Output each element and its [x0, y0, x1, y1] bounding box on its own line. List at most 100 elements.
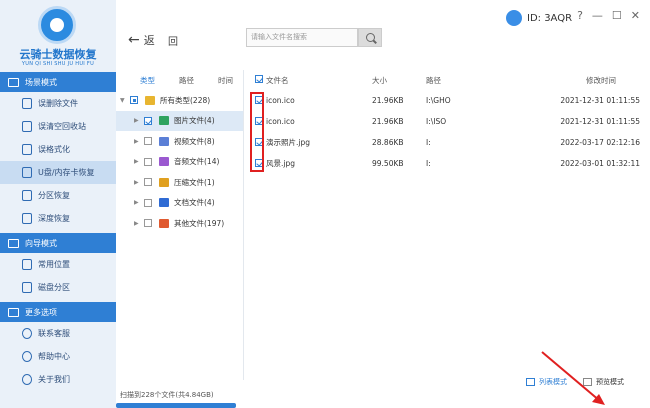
- user-avatar-icon: [506, 10, 522, 26]
- checkbox-highlight-annotation: [250, 92, 264, 172]
- sidebar-item-partition-recovery[interactable]: 分区恢复: [0, 184, 116, 207]
- expand-icon[interactable]: ▶: [134, 199, 144, 206]
- checkbox[interactable]: [144, 178, 152, 187]
- search-input[interactable]: 请输入文件名搜索: [246, 28, 358, 47]
- tree-row-other[interactable]: ▶ 其他文件(197): [116, 213, 243, 234]
- cell-date: 2021-12-31 01:11:55: [560, 96, 640, 105]
- sidebar-item-help-center[interactable]: 帮助中心: [0, 345, 116, 368]
- section-title: 更多选项: [25, 307, 57, 317]
- cell-path: I:: [426, 138, 431, 147]
- header-path[interactable]: 路径: [420, 75, 558, 86]
- tree-label: 图片文件(4): [174, 116, 215, 126]
- sidebar-item-contact-support[interactable]: 联系客服: [0, 322, 116, 345]
- app-title: 云骑士数据恢复: [19, 48, 97, 61]
- sidebar-item-format[interactable]: 误格式化: [0, 138, 116, 161]
- checkbox[interactable]: [144, 198, 152, 207]
- expand-icon[interactable]: ▶: [134, 220, 144, 227]
- tree-row-documents[interactable]: ▶ 文档文件(4): [116, 193, 243, 214]
- expand-icon[interactable]: ▶: [134, 179, 144, 186]
- sidebar-item-label: U盘/内存卡恢复: [38, 168, 95, 177]
- tree-tabs: 类型 路径 时间: [116, 70, 243, 90]
- window-controls: ? — ☐ ✕: [577, 9, 640, 22]
- cell-size: 21.96KB: [372, 117, 404, 126]
- tab-path[interactable]: 路径: [179, 75, 194, 86]
- view-mode-switch: 列表模式 预览模式: [526, 377, 624, 387]
- logo-area: 云骑士数据恢复 YUN QI SHI SHU JU HUI FU: [0, 0, 116, 72]
- headset-icon: [22, 328, 32, 339]
- category-tree: 类型 路径 时间 ▼ 所有类型(228) ▶ 图片文件(4) ▶ 视频文件(8)…: [116, 70, 244, 380]
- select-all-checkbox[interactable]: [255, 75, 263, 83]
- forward-button[interactable]: 回: [168, 33, 178, 48]
- other-files-icon: [159, 218, 169, 228]
- cell-path: I:\GHO: [426, 96, 451, 105]
- id-label: ID: 3AQR: [527, 12, 573, 24]
- checkbox[interactable]: [144, 116, 152, 125]
- section-wizard-mode: 向导模式: [0, 233, 116, 253]
- cell-date: 2022-03-17 02:12:16: [560, 138, 640, 147]
- checkbox[interactable]: [144, 219, 152, 228]
- checkbox[interactable]: [144, 137, 152, 146]
- minimize-icon[interactable]: —: [592, 9, 603, 22]
- table-row[interactable]: 演示照片.jpg 28.86KB I: 2022-03-17 02:12:16: [246, 132, 650, 153]
- cell-size: 21.96KB: [372, 96, 404, 105]
- help-icon[interactable]: ?: [577, 9, 583, 22]
- header-filename[interactable]: 文件名: [266, 75, 372, 86]
- back-button[interactable]: ← 返: [128, 32, 155, 48]
- search-button[interactable]: [358, 28, 382, 47]
- tree-row-all-types[interactable]: ▼ 所有类型(228): [116, 90, 243, 111]
- table-row[interactable]: icon.ico 21.96KB I:\GHO 2021-12-31 01:11…: [246, 90, 650, 111]
- tab-type[interactable]: 类型: [140, 75, 155, 86]
- sidebar-item-label: 误删除文件: [38, 99, 78, 108]
- main-panel: ← 返 回 请输入文件名搜索 ID: 3AQR ? — ☐ ✕ 类型 路径 时间…: [116, 0, 650, 408]
- expand-icon[interactable]: ▶: [134, 138, 144, 145]
- sidebar-item-label: 常用位置: [38, 260, 70, 269]
- close-icon[interactable]: ✕: [631, 9, 640, 22]
- sidebar-item-deep-recovery[interactable]: 深度恢复: [0, 207, 116, 230]
- expand-icon[interactable]: ▼: [120, 97, 130, 104]
- sidebar-item-label: 帮助中心: [38, 352, 70, 361]
- preview-mode-button[interactable]: 预览模式: [583, 377, 624, 387]
- sidebar-item-usb-recovery[interactable]: U盘/内存卡恢复: [0, 161, 116, 184]
- section-scene-mode: 场景模式: [0, 72, 116, 92]
- cell-path: I:: [426, 159, 431, 168]
- tree-label: 音频文件(14): [174, 157, 220, 167]
- header-size[interactable]: 大小: [372, 75, 420, 86]
- sidebar-item-label: 磁盘分区: [38, 283, 70, 292]
- tree-row-videos[interactable]: ▶ 视频文件(8): [116, 131, 243, 152]
- checkbox[interactable]: [144, 157, 152, 166]
- sidebar-item-deleted-files[interactable]: 误删除文件: [0, 92, 116, 115]
- sidebar-item-about[interactable]: 关于我们: [0, 368, 116, 391]
- sidebar-item-label: 联系客服: [38, 329, 70, 338]
- tree-label: 视频文件(8): [174, 136, 215, 146]
- back-label: 返: [143, 34, 155, 47]
- cell-date: 2021-12-31 01:11:55: [560, 117, 640, 126]
- section-more-options: 更多选项: [0, 302, 116, 322]
- tab-time[interactable]: 时间: [218, 75, 233, 86]
- table-row[interactable]: 风景.jpg 99.50KB I: 2022-03-01 01:32:11: [246, 153, 650, 174]
- header-date[interactable]: 修改时间: [558, 75, 640, 86]
- sidebar-item-common-locations[interactable]: 常用位置: [0, 253, 116, 276]
- list-icon: [526, 378, 535, 386]
- expand-icon[interactable]: ▶: [134, 158, 144, 165]
- table-row[interactable]: icon.ico 21.96KB I:\ISO 2021-12-31 01:11…: [246, 111, 650, 132]
- expand-icon[interactable]: ▶: [134, 117, 144, 124]
- cell-filename: 演示照片.jpg: [266, 138, 310, 147]
- cell-filename: icon.ico: [266, 96, 295, 105]
- user-id[interactable]: ID: 3AQR: [506, 10, 572, 26]
- table-header: 文件名 大小 路径 修改时间: [246, 70, 650, 90]
- tree-label: 文档文件(4): [174, 198, 215, 208]
- tree-row-audio[interactable]: ▶ 音频文件(14): [116, 152, 243, 173]
- toolbar: ← 返 回 请输入文件名搜索 ID: 3AQR ? — ☐ ✕: [116, 0, 650, 70]
- checkbox[interactable]: [130, 96, 138, 105]
- tree-row-archives[interactable]: ▶ 压缩文件(1): [116, 172, 243, 193]
- app-subtitle: YUN QI SHI SHU JU HUI FU: [21, 61, 95, 67]
- logo-icon: [38, 6, 76, 44]
- maximize-icon[interactable]: ☐: [612, 9, 622, 22]
- sidebar-item-disk-partition[interactable]: 磁盘分区: [0, 276, 116, 299]
- tree-row-images[interactable]: ▶ 图片文件(4): [116, 110, 243, 131]
- preview-mode-label: 预览模式: [596, 378, 624, 386]
- list-mode-button[interactable]: 列表模式: [526, 377, 567, 387]
- folder-icon: [145, 95, 155, 105]
- sidebar-item-recycle-bin[interactable]: 误清空回收站: [0, 115, 116, 138]
- wizard-mode-icon: [8, 238, 19, 248]
